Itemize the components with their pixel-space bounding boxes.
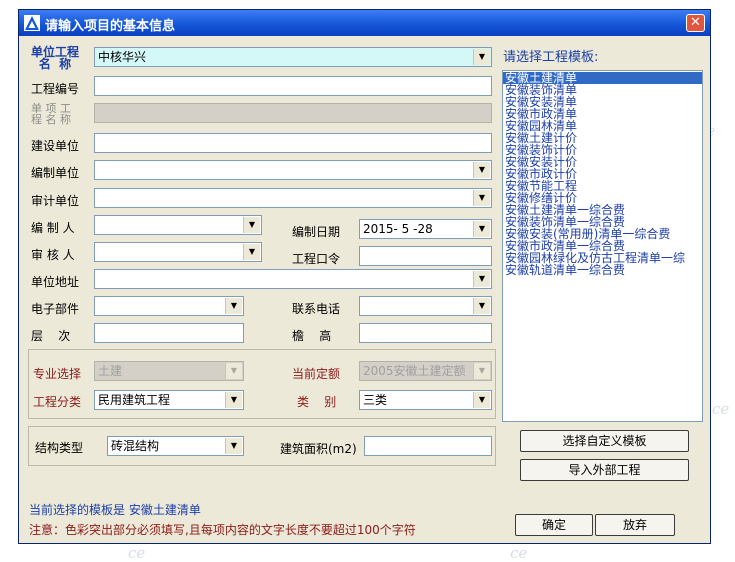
password-label: 工程口令	[292, 252, 341, 266]
category-combobox[interactable]: 民用建筑工程 ▼	[94, 390, 244, 410]
cancel-button[interactable]: 放弃	[595, 514, 675, 536]
watermark: ce	[510, 544, 528, 562]
password-input[interactable]	[359, 246, 492, 266]
compiler-unit-combobox[interactable]: ▼	[94, 160, 492, 180]
dropdown-arrow-icon[interactable]: ▼	[243, 217, 260, 233]
dropdown-arrow-icon[interactable]: ▼	[225, 298, 242, 314]
reviewer-combobox[interactable]: ▼	[94, 242, 262, 262]
dropdown-arrow-icon[interactable]: ▼	[473, 221, 490, 237]
window-title: 请输入项目的基本信息	[45, 19, 176, 34]
structure-type-value: 砖混结构	[111, 439, 160, 453]
title-bar[interactable]: 请输入项目的基本信息 ✕	[19, 10, 710, 36]
address-label: 单位地址	[31, 275, 80, 289]
import-external-button[interactable]: 导入外部工程	[520, 459, 689, 481]
auditor-unit-combobox[interactable]: ▼	[94, 188, 492, 208]
compiler-unit-label: 编制单位	[31, 166, 80, 180]
sub-project-input[interactable]	[94, 103, 492, 123]
auditor-unit-label: 审计单位	[31, 194, 80, 208]
compile-date-value: 2015- 5 -28	[363, 222, 433, 236]
dropdown-arrow-icon[interactable]: ▼	[473, 363, 490, 379]
email-label: 电子部件	[31, 302, 80, 316]
app-logo-icon	[24, 15, 40, 31]
compile-date-picker[interactable]: 2015- 5 -28 ▼	[359, 219, 492, 239]
dropdown-arrow-icon[interactable]: ▼	[473, 298, 490, 314]
floors-label: 层 次	[31, 329, 71, 343]
area-label: 建筑面积(m2)	[280, 442, 357, 456]
template-list-item[interactable]: 安徽轨道清单一综合费	[503, 264, 702, 276]
builder-label: 建设单位	[31, 139, 80, 153]
current-template-text: 当前选择的模板是 安徽土建清单	[29, 503, 201, 517]
type-value: 三类	[363, 393, 388, 407]
major-value: 土建	[98, 364, 123, 378]
dropdown-arrow-icon[interactable]: ▼	[225, 363, 242, 379]
quota-combobox[interactable]: 2005安徽土建定额 ▼	[359, 361, 492, 381]
floors-input[interactable]	[94, 323, 244, 343]
major-combobox[interactable]: 土建 ▼	[94, 361, 244, 381]
watermark: ce	[128, 544, 146, 562]
reviewer-label: 审 核 人	[31, 248, 75, 262]
type-label: 类 别	[297, 395, 337, 409]
area-input[interactable]	[364, 436, 492, 456]
quota-label: 当前定额	[292, 367, 341, 381]
watermark: ce	[712, 400, 730, 418]
project-no-input[interactable]	[94, 76, 492, 96]
project-no-label: 工程编号	[31, 82, 80, 96]
dropdown-arrow-icon[interactable]: ▼	[473, 190, 490, 206]
builder-input[interactable]	[94, 133, 492, 153]
dropdown-arrow-icon[interactable]: ▼	[473, 271, 490, 287]
eave-label: 檐 高	[292, 329, 332, 343]
unit-project-value: 中核华兴	[98, 50, 147, 64]
phone-label: 联系电话	[292, 302, 341, 316]
unit-project-combobox[interactable]: 中核华兴 ▼	[94, 47, 492, 67]
email-combobox[interactable]: ▼	[94, 296, 244, 316]
template-heading: 请选择工程模板:	[503, 50, 599, 65]
unit-project-label: 单位工程 名 称	[31, 45, 80, 71]
custom-template-button[interactable]: 选择自定义模板	[520, 430, 689, 452]
type-combobox[interactable]: 三类 ▼	[359, 390, 492, 410]
dropdown-arrow-icon[interactable]: ▼	[243, 244, 260, 260]
close-icon[interactable]: ✕	[686, 14, 705, 32]
dropdown-arrow-icon[interactable]: ▼	[473, 162, 490, 178]
structure-type-label: 结构类型	[35, 441, 84, 455]
compiler-combobox[interactable]: ▼	[94, 215, 262, 235]
note-text: 注意：色彩突出部分必须填写,且每项内容的文字长度不要超过100个字符	[29, 523, 416, 537]
dropdown-arrow-icon[interactable]: ▼	[225, 392, 242, 408]
dropdown-arrow-icon[interactable]: ▼	[225, 438, 242, 454]
compiler-label: 编 制 人	[31, 221, 75, 235]
eave-input[interactable]	[359, 323, 492, 343]
address-combobox[interactable]: ▼	[94, 269, 492, 289]
category-value: 民用建筑工程	[98, 393, 171, 407]
template-list[interactable]: 安徽土建清单 安徽装饰清单 安徽安装清单 安徽市政清单 安徽园林清单 安徽土建计价 安徽装饰…	[502, 70, 703, 422]
dropdown-arrow-icon[interactable]: ▼	[473, 49, 490, 65]
project-info-dialog: 请输入项目的基本信息 ✕ 单位工程 名 称 中核华兴 ▼ 工程编号 单 项 工 …	[18, 9, 711, 544]
ok-button[interactable]: 确定	[515, 514, 593, 536]
dropdown-arrow-icon[interactable]: ▼	[473, 392, 490, 408]
sub-project-label: 单 项 工 程 名 称	[31, 102, 71, 126]
quota-value: 2005安徽土建定额	[363, 364, 466, 378]
major-label: 专业选择	[33, 367, 82, 381]
category-label: 工程分类	[33, 395, 82, 409]
structure-type-combobox[interactable]: 砖混结构 ▼	[107, 436, 244, 456]
phone-combobox[interactable]: ▼	[359, 296, 492, 316]
compile-date-label: 编制日期	[292, 225, 341, 239]
